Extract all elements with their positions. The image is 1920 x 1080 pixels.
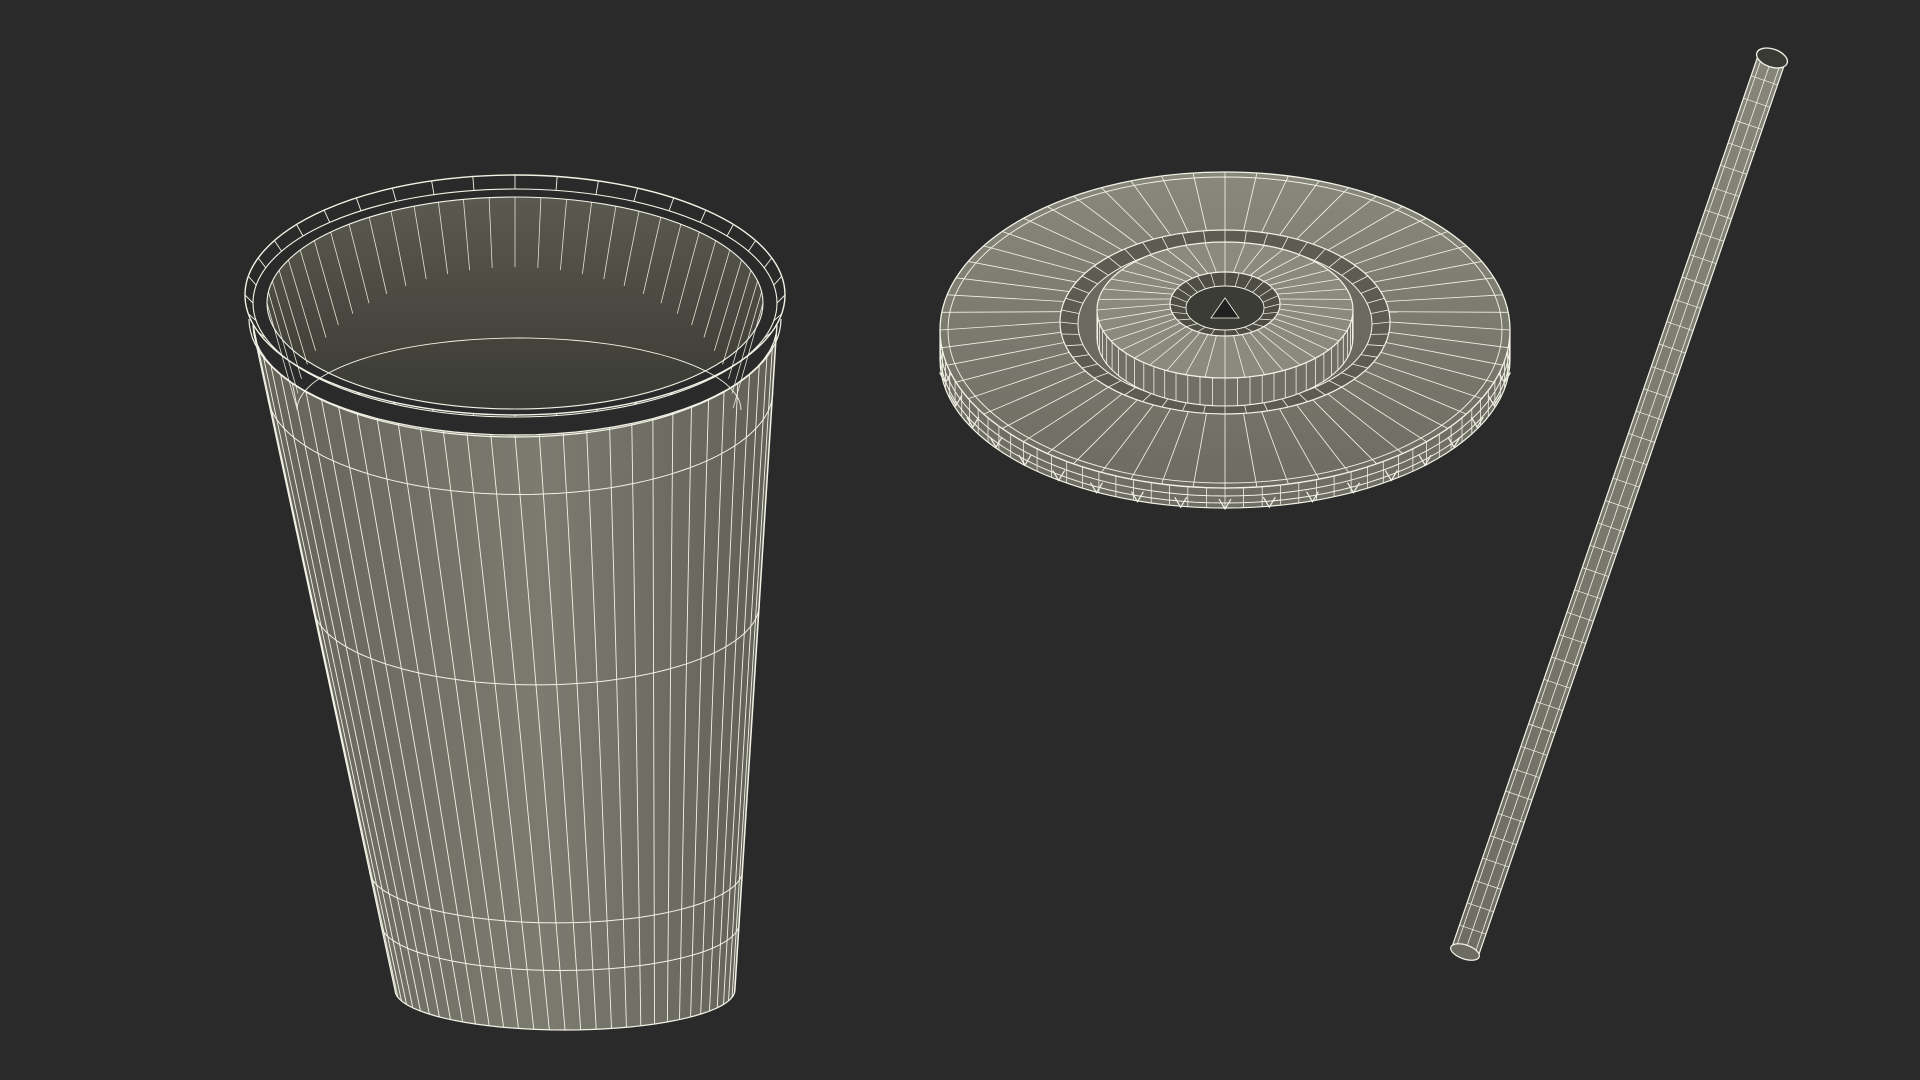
cup-interior	[266, 196, 764, 411]
render-viewport	[0, 0, 1920, 1080]
straw-model	[1450, 47, 1789, 961]
cup-model	[244, 174, 786, 1031]
lid-straw-hole	[1169, 271, 1281, 337]
wireframe-scene	[244, 47, 1789, 1031]
cup-body	[252, 324, 778, 1031]
lid-model	[938, 171, 1512, 511]
